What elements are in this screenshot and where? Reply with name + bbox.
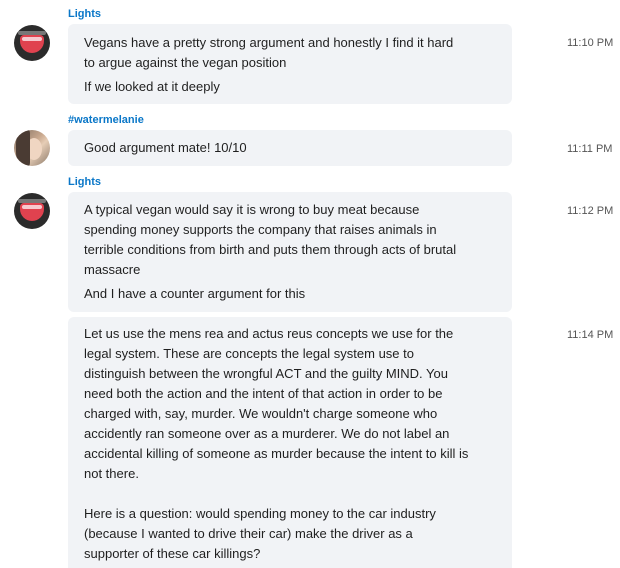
message-text: accidental killing of someone as murder … (84, 446, 469, 461)
message-text: Good argument mate! 10/10 (84, 140, 247, 155)
message-text: If we looked at it deeply (84, 79, 220, 94)
message-text: massacre (84, 262, 141, 277)
message-bubble[interactable]: Vegans have a pretty strong argument and… (68, 24, 512, 104)
user-avatar-watermelanie[interactable] (14, 130, 50, 166)
message-text: supporter of these car killings? (84, 546, 261, 561)
message-text: to argue against the vegan position (84, 55, 287, 70)
message-text: not there. (84, 466, 139, 481)
chat-transcript: Lights Vegans have a pretty strong argum… (0, 0, 620, 568)
message-text: And I have a counter argument for this (84, 286, 306, 301)
message-text: charged with, say, murder. We wouldn't c… (84, 406, 438, 421)
message-text: (because I wanted to drive their car) ma… (84, 526, 413, 541)
message-text: spending money supports the company that… (84, 222, 437, 237)
message-bubble[interactable]: Good argument mate! 10/10 (68, 130, 512, 166)
sender-name[interactable]: Lights (68, 8, 101, 20)
user-avatar-lights[interactable] (14, 193, 50, 229)
message-text: terrible conditions from birth and puts … (84, 242, 457, 257)
avatar-lips-highlight (22, 205, 42, 209)
message-text: Let us use the mens rea and actus reus c… (84, 326, 454, 341)
message-timestamp: 11:14 PM (567, 329, 614, 341)
message-text: distinguish between the wrongful ACT and… (84, 366, 448, 381)
avatar-lips-highlight (22, 37, 42, 41)
sender-name[interactable]: Lights (68, 176, 101, 188)
message-text: legal system. These are concepts the leg… (84, 346, 414, 361)
message-text: accidently ran someone over as a murdere… (84, 426, 450, 441)
message-text: Here is a question: would spending money… (84, 506, 436, 521)
message-text: need both the action and the intent of t… (84, 386, 443, 401)
avatar-hair (16, 130, 30, 166)
message-bubble[interactable]: Let us use the mens rea and actus reus c… (68, 317, 512, 568)
sender-name[interactable]: #watermelanie (68, 114, 144, 126)
message-text: Vegans have a pretty strong argument and… (84, 35, 454, 50)
message-timestamp: 11:12 PM (567, 205, 614, 217)
user-avatar-lights[interactable] (14, 25, 50, 61)
message-text: A typical vegan would say it is wrong to… (84, 202, 420, 217)
message-timestamp: 11:10 PM (567, 37, 614, 49)
message-timestamp: 11:11 PM (567, 143, 613, 155)
message-bubble[interactable]: A typical vegan would say it is wrong to… (68, 192, 512, 312)
